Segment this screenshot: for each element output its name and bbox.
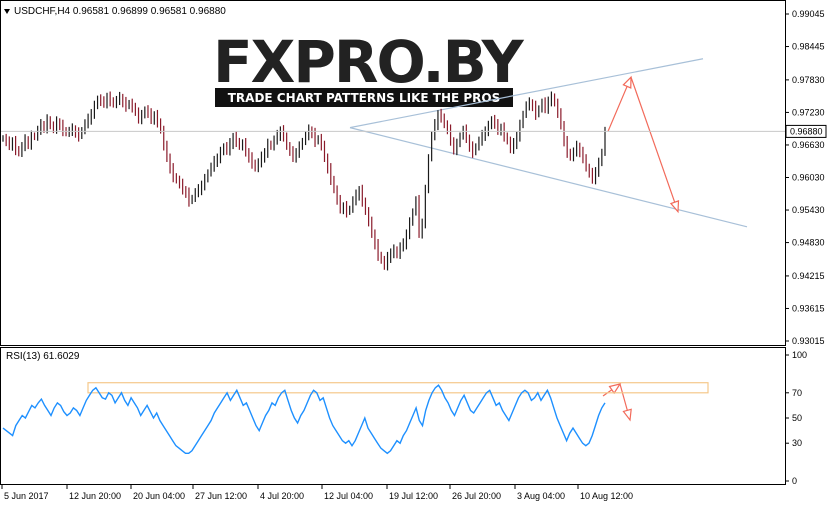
rsi-tick-label: 0 (792, 476, 797, 486)
time-tick-label: 12 Jun 20:00 (69, 491, 121, 501)
chart-header: USDCHF,H4 0.96581 0.96899 0.96581 0.9688… (4, 6, 226, 17)
chart-window[interactable]: FXPRO.BY TRADE CHART PATTERNS LIKE THE P… (0, 0, 830, 508)
chart-canvas[interactable]: FXPRO.BY TRADE CHART PATTERNS LIKE THE P… (0, 0, 830, 508)
current-price-label: 0.96880 (790, 126, 823, 136)
time-tick-label: 3 Aug 04:00 (517, 491, 565, 501)
price-tick-label: 0.98445 (792, 42, 825, 52)
time-tick-label: 12 Jul 04:00 (324, 491, 373, 501)
price-tick-label: 0.94830 (792, 238, 825, 248)
time-tick-label: 5 Jun 2017 (4, 491, 49, 501)
rsi-tick-label: 50 (792, 413, 802, 423)
time-axis: 5 Jun 2017 12 Jun 20:00 20 Jun 04:00 27 Jun… (1, 485, 633, 501)
price-tick-label: 0.96630 (792, 140, 825, 150)
price-tick-label: 0.97230 (792, 107, 825, 117)
price-tick-label: 0.97830 (792, 75, 825, 85)
rsi-tick-label: 70 (792, 388, 802, 398)
time-tick-label: 19 Jul 12:00 (389, 491, 438, 501)
price-tick-label: 0.93615 (792, 303, 825, 313)
price-tick-label: 0.93015 (792, 336, 825, 346)
price-tick-label: 0.95430 (792, 205, 825, 215)
time-tick-label: 10 Aug 12:00 (580, 491, 633, 501)
watermark-logo: FXPRO.BY TRADE CHART PATTERNS LIKE THE P… (213, 28, 527, 107)
rsi-tick-label: 100 (792, 350, 807, 360)
time-tick-label: 4 Jul 20:00 (260, 491, 304, 501)
time-tick-label: 27 Jun 12:00 (195, 491, 247, 501)
price-tick-label: 0.96030 (792, 173, 825, 183)
watermark-brand: FXPRO.BY (213, 28, 525, 96)
price-axis: 0.99045 0.98445 0.97830 0.97230 0.96630 0.960… (785, 9, 825, 346)
rsi-tick-label: 30 (792, 438, 802, 448)
watermark-tagline: TRADE CHART PATTERNS LIKE THE PROS (228, 91, 501, 105)
price-tick-label: 0.94215 (792, 271, 825, 281)
time-tick-label: 26 Jul 20:00 (452, 491, 501, 501)
time-tick-label: 20 Jun 04:00 (133, 491, 185, 501)
rsi-axis: 100 70 50 30 0 (785, 350, 807, 486)
rsi-indicator-label: RSI(13) 61.6029 (6, 351, 80, 362)
price-tick-label: 0.99045 (792, 9, 825, 19)
symbol-ohlc-header: USDCHF,H4 0.96581 0.96899 0.96581 0.9688… (14, 6, 226, 17)
rsi-plot-frame (0, 347, 786, 485)
